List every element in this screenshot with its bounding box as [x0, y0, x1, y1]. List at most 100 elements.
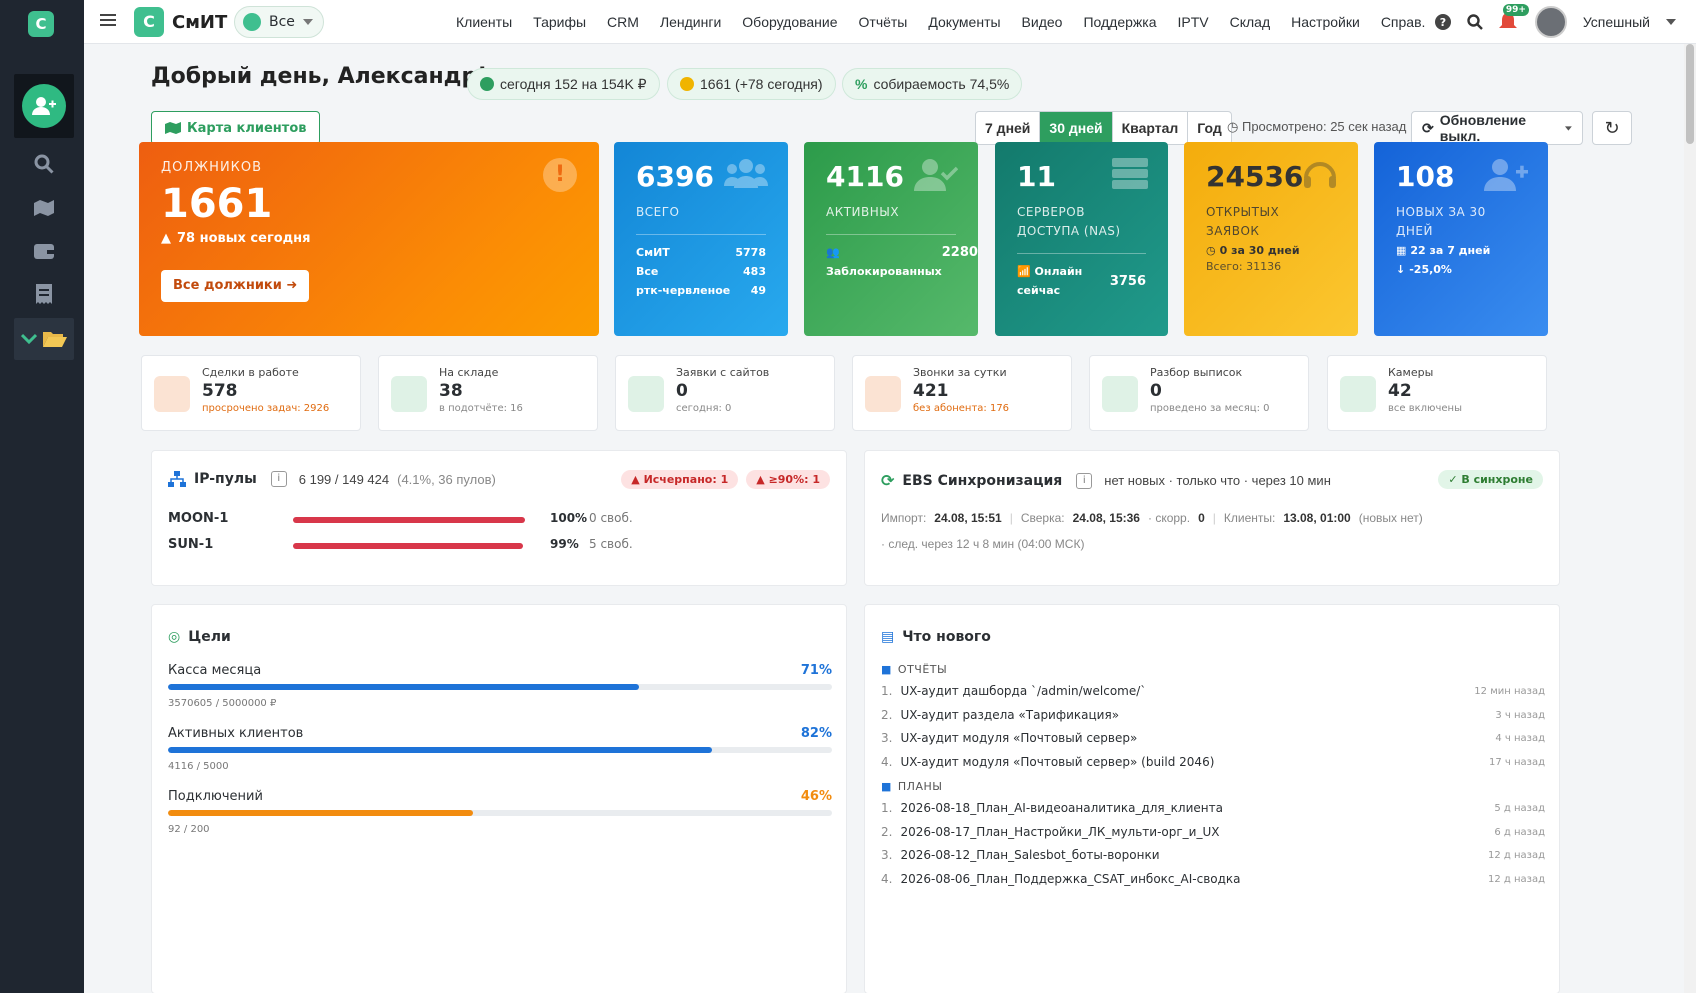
nav-item[interactable]: Лендинги	[650, 14, 732, 30]
mini-stat-icon	[391, 376, 427, 412]
nav-item[interactable]: CRM	[597, 14, 650, 30]
badge-exhausted[interactable]: ▲ Исчерпано: 1	[621, 470, 739, 489]
news-item[interactable]: 3. 2026-08-12_План_Salesbot_боты-воронки 1…	[881, 844, 1545, 868]
news-item-title[interactable]: UX-аудит дашборда `/admin/welcome/`	[900, 684, 1146, 698]
sidebar-search[interactable]	[14, 143, 74, 185]
ebs-title: EBS Синхронизация	[902, 472, 1063, 489]
brand-name: СмИТ	[172, 11, 228, 33]
mini-stat-sub: сегодня: 0	[676, 403, 732, 414]
news-item[interactable]: 4. 2026-08-06_План_Поддержка_CSAT_инбокс_…	[881, 868, 1545, 892]
sidebar-folder[interactable]	[14, 318, 74, 360]
badge-over-90[interactable]: ▲ ≥90%: 1	[746, 470, 830, 489]
goal-header: Подключений 46%	[168, 789, 832, 804]
org-selector[interactable]: Все	[234, 6, 324, 38]
news-item-number: 4.	[881, 871, 893, 886]
news-item-title-wrap: 4. UX-аудит модуля «Почтовый сервер» (bui…	[881, 751, 1214, 775]
period-option[interactable]: Год	[1188, 112, 1231, 144]
kpi-active-clients[interactable]: 4116 АКТИВНЫХ 👥 Заблокированных 2280	[804, 142, 978, 336]
sidebar-logo[interactable]: С	[28, 11, 54, 37]
period-option[interactable]: 30 дней	[1040, 112, 1113, 144]
nav-item[interactable]: Видео	[1012, 14, 1074, 30]
sidebar-add-client[interactable]	[14, 74, 74, 138]
news-item[interactable]: 3. UX-аудит модуля «Почтовый сервер» 4 ч н…	[881, 727, 1545, 751]
sidebar-receipts[interactable]	[14, 273, 74, 315]
news-item-title[interactable]: 2026-08-12_План_Salesbot_боты-воронки	[900, 848, 1159, 862]
news-item-title[interactable]: 2026-08-18_План_AI-видеоаналитика_для_кл…	[900, 801, 1223, 815]
news-item[interactable]: 1. 2026-08-18_План_AI-видеоаналитика_для_…	[881, 797, 1545, 821]
refresh-button[interactable]: ↻	[1592, 111, 1632, 145]
pill-collect[interactable]: % собираемость 74,5%	[842, 68, 1023, 100]
kpi-requests[interactable]: 24536 ОТКРЫТЫХ ЗАЯВОК ◷ 0 за 30 дней Всег…	[1184, 142, 1358, 336]
clients-map-button[interactable]: Карта клиентов	[151, 111, 321, 145]
kpi-all-row: СмИТ 5778	[636, 243, 766, 262]
mini-stat-body: Заявки с сайтов 0 сегодня: 0	[676, 366, 769, 420]
news-item-time: 6 д назад	[1494, 826, 1545, 838]
pill-debt[interactable]: 1661 (+78 сегодня)	[667, 68, 836, 100]
mini-stat-card[interactable]: Звонки за сутки 421 без абонента: 176	[852, 355, 1072, 431]
nav-item[interactable]: Клиенты	[446, 14, 523, 30]
nav-item[interactable]: IPTV	[1168, 14, 1220, 30]
nav-item[interactable]: Оборудование	[732, 14, 848, 30]
kpi-new-label: НОВЫХ ЗА 30 ДНЕЙ	[1396, 205, 1486, 238]
badge-over-90-text: ≥90%: 1	[768, 473, 820, 486]
menu-icon[interactable]	[100, 13, 116, 31]
mini-stat-card[interactable]: Камеры 42 все включены	[1327, 355, 1547, 431]
all-debtors-button[interactable]: Все должники ➜	[161, 270, 310, 302]
auto-update-dropdown[interactable]: ⟳ Обновление выкл.	[1411, 111, 1583, 145]
nav-item[interactable]: Поддержка	[1073, 14, 1167, 30]
nav-item[interactable]: Справ.	[1371, 14, 1437, 30]
kpi-debtors-value: 1661	[161, 181, 273, 227]
news-item-title-wrap: 3. UX-аудит модуля «Почтовый сервер»	[881, 727, 1137, 751]
caret-down-icon[interactable]	[1666, 19, 1676, 25]
nav-item[interactable]: Настройки	[1281, 14, 1371, 30]
scrollbar-thumb[interactable]	[1686, 44, 1694, 144]
news-item[interactable]: 1. UX-аудит дашборда `/admin/welcome/` 12 …	[881, 680, 1545, 704]
caret-down-icon	[302, 19, 313, 25]
nav-item[interactable]: Склад	[1220, 14, 1282, 30]
kpi-nas-servers[interactable]: 11 СЕРВЕРОВ ДОСТУПА (NAS) 📶 Онлайн сейча…	[995, 142, 1168, 336]
news-item-title[interactable]: UX-аудит раздела «Тарификация»	[900, 708, 1119, 722]
nav-item[interactable]: Тарифы	[523, 14, 597, 30]
map-icon	[165, 122, 181, 134]
notifications-button[interactable]: 99+	[1498, 4, 1529, 32]
user-name[interactable]: Успешный	[1583, 14, 1650, 30]
news-item[interactable]: 2. UX-аудит раздела «Тарификация» 3 ч наза…	[881, 704, 1545, 728]
brand[interactable]: С СмИТ	[134, 7, 227, 37]
nav-item[interactable]: Документы	[918, 14, 1011, 30]
mini-stat-card[interactable]: На складе 38 в подотчёте: 16	[378, 355, 598, 431]
avatar[interactable]	[1534, 6, 1567, 38]
news-item[interactable]: 2. 2026-08-17_План_Настройки_ЛК_мульти-ор…	[881, 821, 1545, 845]
ip-pools-header: IP-пулы i 6 199 / 149 424 (4.1%, 36 пуло…	[168, 471, 496, 487]
info-icon[interactable]: i	[270, 471, 287, 487]
notifications-badge: 99+	[1502, 4, 1529, 16]
nav-item[interactable]: Отчёты	[849, 14, 919, 30]
help-icon[interactable]: ?	[1434, 14, 1451, 30]
mini-stat-card[interactable]: Заявки с сайтов 0 сегодня: 0	[615, 355, 835, 431]
mini-stat-card[interactable]: Разбор выписок 0 проведено за месяц: 0	[1089, 355, 1309, 431]
mini-stat-value: 578	[202, 381, 238, 401]
news-item-title[interactable]: UX-аудит модуля «Почтовый сервер»	[900, 731, 1137, 745]
news-item-title[interactable]: 2026-08-17_План_Настройки_ЛК_мульти-орг_…	[900, 825, 1219, 839]
news-item-title[interactable]: 2026-08-06_План_Поддержка_CSAT_инбокс_AI…	[900, 872, 1240, 886]
kpi-new-clients[interactable]: 108 НОВЫХ ЗА 30 ДНЕЙ ▦ 22 за 7 дней ↓ -25,…	[1374, 142, 1548, 336]
news-item-title[interactable]: UX-аудит модуля «Почтовый сервер» (build…	[900, 755, 1214, 769]
period-option[interactable]: Квартал	[1113, 112, 1189, 144]
sidebar-wallet[interactable]	[14, 230, 74, 272]
search-icon[interactable]	[1467, 14, 1483, 30]
news-item[interactable]: 4. UX-аудит модуля «Почтовый сервер» (bui…	[881, 751, 1545, 775]
goal-percent: 71%	[800, 663, 832, 678]
pill-today[interactable]: сегодня 152 на 154K ₽	[467, 68, 660, 100]
headset-icon	[1304, 162, 1336, 188]
period-option[interactable]: 7 дней	[976, 112, 1041, 144]
news-item-time: 3 ч назад	[1495, 709, 1545, 721]
news-item-title-wrap: 3. 2026-08-12_План_Salesbot_боты-воронки	[881, 844, 1160, 868]
ebs-sync-badge: ✓ В синхроне	[1438, 470, 1543, 489]
scrollbar[interactable]	[1684, 44, 1696, 993]
kpi-all-clients[interactable]: 6396 ВСЕГО СмИТ 5778 Все 483 ртк-червленое 49	[614, 142, 788, 336]
sidebar-map[interactable]	[14, 187, 74, 229]
kpi-debtors[interactable]: ДОЛЖНИКОВ 1661 ▲ 78 новых сегодня Все дол…	[139, 142, 599, 336]
sitemap-icon	[168, 471, 186, 487]
mini-stat-card[interactable]: Сделки в работе 578 просрочено задач: 2926	[141, 355, 361, 431]
users-lock-icon: 👥	[826, 246, 840, 259]
info-icon[interactable]: i	[1076, 472, 1093, 489]
